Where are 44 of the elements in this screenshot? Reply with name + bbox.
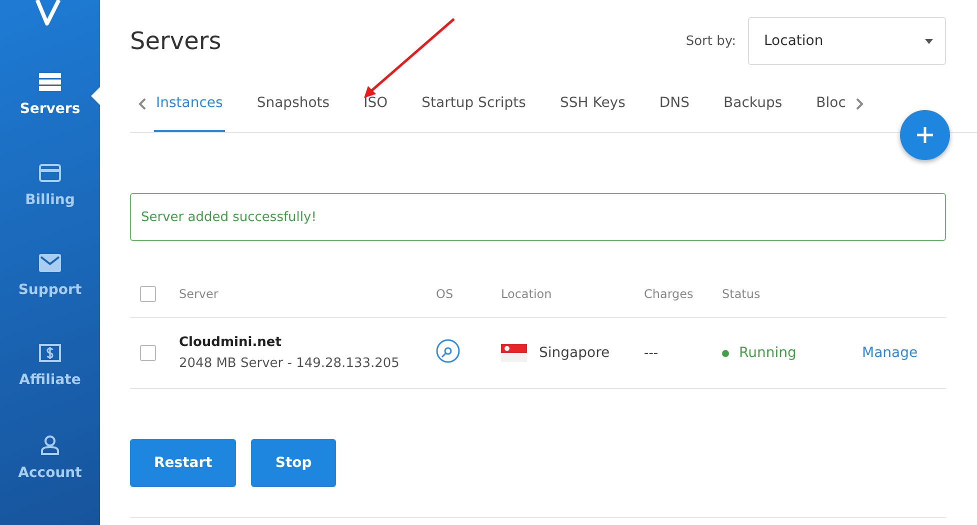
status-text: Running: [739, 345, 796, 361]
server-detail: 2048 MB Server - 149.28.133.205: [179, 356, 400, 371]
sidebar-item[interactable]: Account: [0, 434, 100, 525]
action-button[interactable]: Stop: [251, 439, 336, 487]
tab[interactable]: DNS: [657, 76, 692, 132]
sidebar-item[interactable]: Support: [0, 254, 100, 344]
tab[interactable]: SSH Keys: [558, 76, 628, 132]
envelope-icon: [39, 254, 61, 272]
location-text: Singapore: [539, 345, 610, 361]
servers-icon: [39, 73, 61, 92]
page-title: Servers: [130, 27, 222, 55]
tab[interactable]: Instances: [154, 76, 225, 132]
chevron-left-icon[interactable]: [138, 98, 146, 110]
chevron-right-icon[interactable]: [856, 98, 864, 110]
plus-icon: [916, 126, 934, 144]
sidebar-item[interactable]: Billing: [0, 164, 100, 254]
sidebar-item[interactable]: Affiliate: [0, 344, 100, 435]
dollar-bill-icon: [39, 344, 61, 362]
disc-icon: [436, 339, 460, 363]
sort-label: Sort by:: [686, 34, 736, 48]
sort-dropdown[interactable]: Location: [748, 17, 946, 65]
column-header: Server: [179, 287, 220, 301]
tab[interactable]: Snapshots: [254, 76, 332, 132]
user-icon: [39, 434, 61, 455]
column-header: OS: [436, 287, 454, 301]
tab[interactable]: Bloc: [814, 76, 848, 132]
tab[interactable]: Startup Scripts: [420, 76, 528, 132]
row-checkbox[interactable]: [140, 345, 156, 361]
sidebar-item[interactable]: Servers: [0, 73, 100, 164]
add-button[interactable]: [900, 110, 950, 160]
alert-message: Server added successfully!: [141, 210, 316, 224]
column-header: Location: [501, 287, 553, 301]
tab[interactable]: ISO: [362, 76, 390, 132]
caret-icon: [925, 38, 933, 44]
manage-link[interactable]: Manage: [862, 345, 918, 361]
action-button[interactable]: Restart: [130, 439, 236, 487]
flag-icon: [501, 344, 527, 362]
charges-text: ---: [644, 346, 660, 360]
select-all-checkbox[interactable]: [140, 286, 156, 302]
server-name: Cloudmini.net: [179, 335, 282, 350]
tab[interactable]: Backups: [722, 76, 784, 132]
column-header: Status: [722, 287, 762, 301]
column-header: Charges: [644, 287, 694, 301]
credit-card-icon: [39, 164, 61, 182]
